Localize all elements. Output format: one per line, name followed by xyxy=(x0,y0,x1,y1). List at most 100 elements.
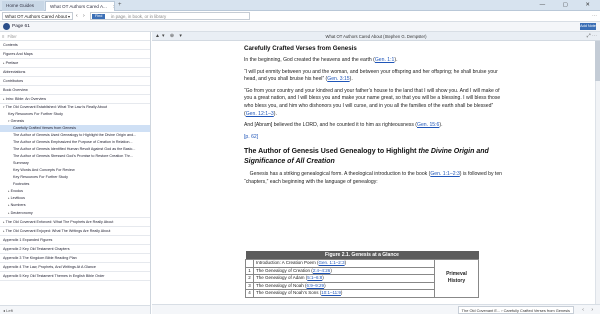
close-icon[interactable]: ✕ xyxy=(113,4,114,9)
toc-item[interactable]: ▸The Old Covenant Enjoyed: What The Writ… xyxy=(0,227,150,236)
tab-home-guides[interactable]: Home Guides xyxy=(2,1,44,11)
more-icon[interactable]: ⋯ xyxy=(592,12,597,21)
bible-reference-link[interactable]: Gen. 1:1–2:3 xyxy=(430,171,459,177)
add-note-button[interactable]: Add Note xyxy=(580,23,596,30)
toc-item[interactable]: ▸The Old Covenant Enforced: What The Pro… xyxy=(0,218,150,227)
scrollbar-thumb[interactable] xyxy=(595,41,600,81)
row-number: 2 xyxy=(245,274,254,283)
menu-icon[interactable]: ≡ xyxy=(2,34,4,39)
toc-item[interactable]: ▸Exodus xyxy=(0,188,150,195)
toc-item[interactable]: The Author of Genesis Identified Human R… xyxy=(0,146,150,153)
bible-reference-link[interactable]: Gen. 15:6 xyxy=(417,122,439,128)
reader-options-icon[interactable]: ⤢ ⋯ xyxy=(587,32,597,41)
toc-item[interactable]: The Author of Genesis Used Genealogy to … xyxy=(0,132,150,139)
bible-reference-link[interactable]: Gen. 3:15 xyxy=(327,76,349,82)
toc-item-label: Figures And Maps xyxy=(3,52,33,56)
chevron-down-icon: ▾ xyxy=(67,14,70,19)
chevron-right-icon[interactable]: ▸ xyxy=(8,203,10,207)
bible-reference-link[interactable]: 10:1–11:9 xyxy=(321,290,341,295)
nav-icons[interactable]: ‹ › xyxy=(76,12,87,21)
paragraph: And [Abram] believed the LORD, and he co… xyxy=(244,122,443,129)
new-tab-button[interactable]: + xyxy=(118,1,122,10)
row-title: The Genealogy of Noah’s Sons (10:1–11:9) xyxy=(253,289,435,298)
left-panel-footer[interactable]: ◂ Left xyxy=(0,305,150,314)
chevron-right-icon[interactable]: ▸ xyxy=(8,211,10,215)
toc-item-label: Preface xyxy=(5,61,19,65)
toc-item-label: Key Resources For Further Study xyxy=(13,175,68,179)
toc-item-label: The Author of Genesis Stressed God's Pro… xyxy=(13,154,133,158)
tab-book[interactable]: What OT Authors Cared A... ✕ xyxy=(45,1,115,11)
filter-input[interactable]: Filter xyxy=(7,34,16,39)
toc-item-label: Appendix 1 Expanded Figures xyxy=(3,238,53,242)
paragraph: Genesis has a striking genealogical form… xyxy=(244,171,502,185)
toc-item[interactable]: Carefully Crafted Verses from Genesis xyxy=(0,125,150,132)
window-controls[interactable]: — ▢ ✕ xyxy=(540,1,598,10)
toc-item[interactable]: Contributors xyxy=(0,77,150,86)
chevron-right-icon[interactable]: ▸ xyxy=(3,97,5,101)
toc-item[interactable]: Appendix 1 Expanded Figures xyxy=(0,236,150,245)
page-row: Page 61 Add Note xyxy=(0,22,600,32)
toc-item[interactable]: Footnotes xyxy=(0,181,150,188)
toolbar: What OT Authors Cared About ▾ ‹ › Find i… xyxy=(0,11,600,22)
toc-item[interactable]: Key Resources For Further Study xyxy=(0,111,150,118)
book-selector[interactable]: What OT Authors Cared About ▾ xyxy=(2,12,73,20)
page-nav-arrows[interactable]: ‹ › xyxy=(582,305,596,314)
toc-item[interactable]: Book Overview xyxy=(0,86,150,95)
reader-title: What OT Authors Cared About (Stephen G. … xyxy=(325,34,427,39)
find-button[interactable]: Find xyxy=(92,14,106,19)
row-number: 4 xyxy=(245,289,254,298)
breadcrumb[interactable]: The Old Covenant E... › Carefully Crafte… xyxy=(457,306,574,314)
chevron-down-icon[interactable]: ▾ xyxy=(8,119,10,123)
toc-item[interactable]: ▾The Old Covenant Established: What The … xyxy=(0,104,150,111)
toc-item[interactable]: The Author of Genesis Emphasized the Pur… xyxy=(0,139,150,146)
chevron-right-icon[interactable]: ▸ xyxy=(8,196,10,200)
toc-item-label: Exodus xyxy=(10,189,23,193)
tab-label: Home Guides xyxy=(6,3,35,8)
toc-item[interactable]: Appendix 3 The Kingdom Bible Reading Pla… xyxy=(0,254,150,263)
toc-item[interactable]: Contents xyxy=(0,41,150,50)
table-of-contents-panel: ≡ Filter Contents Figures And Maps ▸Prefac… xyxy=(0,32,151,314)
toc-item[interactable]: ▸Deuteronomy xyxy=(0,209,150,218)
toc-item-label: The Author of Genesis Emphasized the Pur… xyxy=(13,140,133,144)
bible-reference-link[interactable]: 5:1–6:8 xyxy=(307,275,322,280)
toc-item[interactable]: Key Words And Concepts For Review xyxy=(0,167,150,174)
toc-item[interactable]: Figures And Maps xyxy=(0,50,150,59)
toc-item[interactable]: Abbreviations xyxy=(0,68,150,77)
toc-item-label: Key Words And Concepts For Review xyxy=(13,168,75,172)
page-marker[interactable]: [p. 62] xyxy=(244,134,504,142)
chevron-right-icon[interactable]: ▸ xyxy=(8,189,10,193)
toc-item-label: Leviticus xyxy=(10,196,25,200)
chevron-right-icon[interactable]: ▸ xyxy=(3,220,5,224)
chevron-right-icon[interactable]: ▸ xyxy=(3,61,5,65)
toc-item[interactable]: Appendix 4 The Law, Prophets, And Writin… xyxy=(0,263,150,272)
bible-reference-link[interactable]: 6:9–9:29 xyxy=(307,283,325,288)
bible-reference-link[interactable]: Gen. 12:1–3 xyxy=(246,111,274,117)
toc-item[interactable]: ▸Preface xyxy=(0,59,150,68)
chevron-right-icon[interactable]: ▸ xyxy=(3,229,5,233)
toc-item[interactable]: Key Resources For Further Study xyxy=(0,174,150,181)
toc-item-label: Carefully Crafted Verses from Genesis xyxy=(13,126,76,130)
toc-item[interactable]: Appendix 5 Key Old Testament Themes in E… xyxy=(0,272,150,281)
reader-tools-icons[interactable]: ▲▾ ⊕ ▾ xyxy=(155,32,184,41)
toc-item[interactable]: The Author of Genesis Stressed God's Pro… xyxy=(0,153,150,160)
toc-item-label: The Old Covenant Enforced: What The Prop… xyxy=(5,220,114,224)
bible-reference-link[interactable]: Gen. 1:1–2:3 xyxy=(319,260,345,265)
chevron-down-icon[interactable]: ▾ xyxy=(3,105,5,109)
toc-item[interactable]: ▸Leviticus xyxy=(0,195,150,202)
search-input[interactable]: Find in page, in book, or in library xyxy=(90,12,250,20)
toc-item[interactable]: ▸Numbers xyxy=(0,202,150,209)
toc-header: ≡ Filter xyxy=(0,32,150,41)
row-title: The Genealogy of Noah (6:9–9:29) xyxy=(253,281,435,290)
reader-header: What OT Authors Cared About (Stephen G. … xyxy=(152,32,600,41)
toc-item[interactable]: ▸Intro: Bible: An Overview xyxy=(0,95,150,104)
toc-item[interactable]: Summary xyxy=(0,160,150,167)
book-avatar xyxy=(3,23,10,30)
search-placeholder: in page, in book, or in library xyxy=(111,14,167,19)
row-number: 1 xyxy=(245,266,254,275)
toc-item-label: The Author of Genesis Identified Human R… xyxy=(13,147,136,151)
toc-item[interactable]: ▾Genesis xyxy=(0,118,150,125)
toc-item-label: Summary xyxy=(13,161,29,165)
bible-reference-link[interactable]: 2:4–4:26 xyxy=(313,268,331,273)
toc-item[interactable]: Appendix 2 Key Old Testament Chapters xyxy=(0,245,150,254)
bible-reference-link[interactable]: Gen. 1:1 xyxy=(375,57,395,63)
